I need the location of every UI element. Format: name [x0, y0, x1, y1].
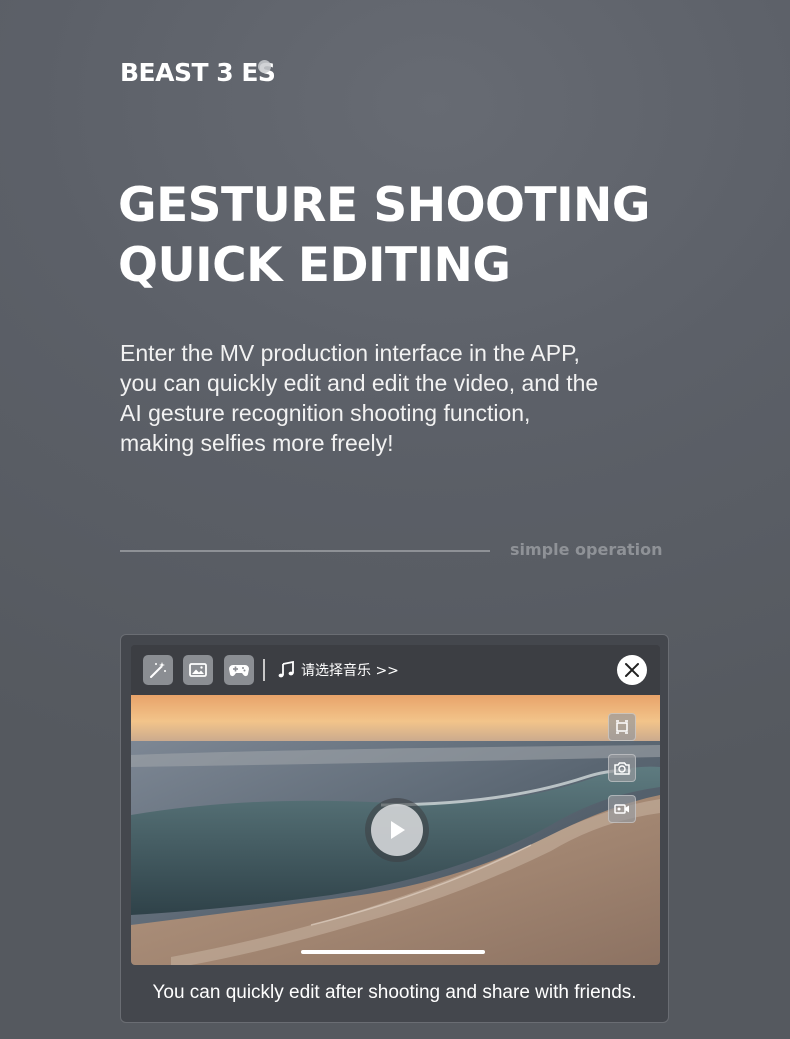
toolbar-separator — [263, 659, 265, 681]
brand-logo-dot — [258, 60, 271, 73]
brand-logo: BEAST 3 ES — [120, 58, 276, 87]
play-icon — [391, 821, 405, 839]
description-line-3: AI gesture recognition shooting function… — [120, 400, 531, 426]
video-preview[interactable] — [131, 695, 660, 965]
video-camera-icon — [614, 804, 629, 814]
select-music-label: 请选择音乐 >> — [301, 663, 399, 679]
select-music-button[interactable]: 请选择音乐 >> — [277, 660, 399, 680]
page-headline: GESTURE SHOOTING QUICK EDITING — [118, 176, 650, 296]
app-toolbar: 请选择音乐 >> — [131, 645, 660, 695]
video-record-button[interactable] — [608, 795, 636, 823]
description-line-1: Enter the MV production interface in the… — [120, 340, 580, 366]
play-button[interactable] — [365, 798, 429, 862]
camera-icon — [614, 762, 630, 775]
screen-rotate-icon — [616, 720, 628, 734]
headline-line-1: GESTURE SHOOTING — [118, 178, 650, 233]
preview-caption: You can quickly edit after shooting and … — [152, 982, 637, 1003]
close-button[interactable] — [617, 655, 647, 685]
feature-description: Enter the MV production interface in the… — [120, 338, 690, 458]
home-indicator — [301, 950, 485, 954]
music-note-icon — [278, 661, 294, 678]
magic-wand-icon — [150, 662, 166, 678]
section-divider — [120, 550, 490, 552]
app-screen: 请选择音乐 >> — [131, 645, 660, 965]
app-preview-card: 请选择音乐 >> You can quickly edit after shoo… — [120, 634, 669, 1023]
magic-wand-button[interactable] — [143, 655, 173, 685]
description-line-2: you can quickly edit and edit the video,… — [120, 370, 599, 396]
gamepad-button[interactable] — [224, 655, 254, 685]
section-divider-label: simple operation — [510, 540, 663, 559]
image-button[interactable] — [183, 655, 213, 685]
headline-line-2: QUICK EDITING — [118, 238, 511, 293]
close-icon — [625, 663, 639, 677]
photo-capture-button[interactable] — [608, 754, 636, 782]
image-icon — [189, 663, 207, 677]
gamepad-icon — [229, 665, 249, 677]
rotate-screen-button[interactable] — [608, 713, 636, 741]
description-line-4: making selfies more freely! — [120, 430, 394, 456]
play-button-inner — [371, 804, 423, 856]
